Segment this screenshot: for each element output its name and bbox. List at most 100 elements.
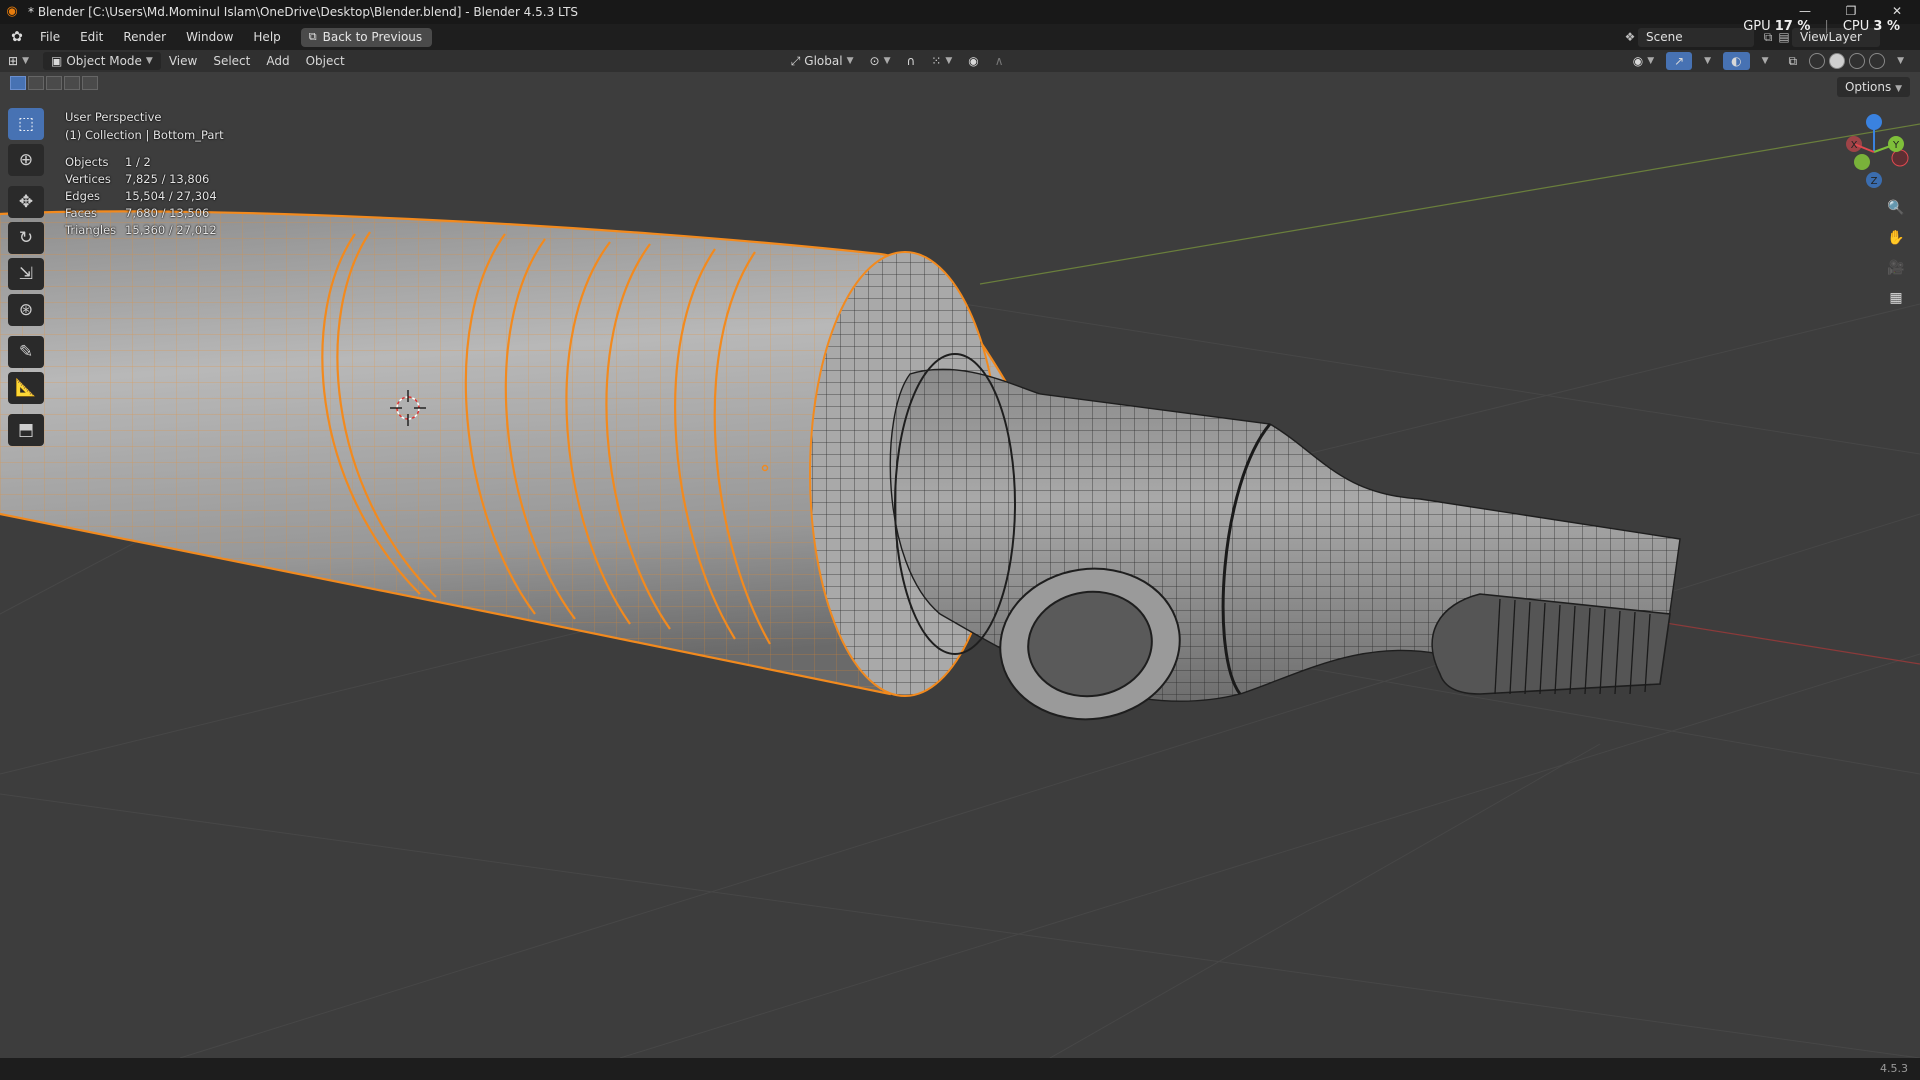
snap-target[interactable]: ⁙ ▼	[923, 52, 960, 70]
chevron-down-icon: ▼	[1895, 84, 1902, 94]
window-title: * Blender [C:\Users\Md.Mominul Islam\One…	[28, 5, 579, 19]
proportional-edit-toggle[interactable]: ◉	[960, 52, 986, 70]
cursor-icon: ⊕	[18, 150, 34, 170]
chevron-down-icon: ▼	[846, 56, 854, 66]
falloff-icon: ∧	[994, 54, 1004, 68]
stat-row-objects: Objects 1 / 2	[65, 155, 151, 169]
grid-ortho-icon[interactable]: ▦	[1884, 286, 1908, 310]
annotate-tool[interactable]: ✎	[8, 336, 44, 368]
menu-window[interactable]: Window	[176, 30, 243, 44]
camera-icon[interactable]: 🎥	[1884, 256, 1908, 280]
orientation-icon: ⤢	[790, 53, 801, 68]
object-mode-icon: ▣	[50, 54, 63, 68]
rendered-shading-button[interactable]	[1869, 53, 1886, 69]
rotate-tool[interactable]: ↻	[8, 222, 44, 254]
gizmo-x-neg	[1854, 154, 1870, 170]
gizmo-y-neg	[1891, 149, 1909, 167]
transform-tool[interactable]: ⊛	[8, 294, 44, 326]
collection-label: (1) Collection | Bottom_Part	[65, 128, 224, 142]
viewport-canvas	[0, 123, 1920, 1058]
move-icon: ✥	[18, 192, 34, 212]
gizmo-z-label: Z	[1871, 176, 1878, 187]
gizmo-toggle[interactable]: ↗	[1666, 52, 1693, 70]
add-cube-icon: ⬒	[17, 420, 35, 440]
pivot-point-button[interactable]: ⊙ ▼	[862, 52, 899, 70]
top-menu-bar: ✿ File Edit Render Window Help ⧉ Back to…	[0, 24, 1920, 50]
annotate-icon: ✎	[18, 342, 34, 362]
editor-type-button[interactable]: ⊞ ▼	[0, 52, 37, 70]
gizmo-z-pos	[1866, 114, 1882, 130]
xray-icon: ⧉	[1788, 53, 1798, 68]
move-tool[interactable]: ✥	[8, 186, 44, 218]
cursor-tool[interactable]: ⊕	[8, 144, 44, 176]
shading-dropdown[interactable]: ▼	[1889, 52, 1912, 70]
material-shading-button[interactable]	[1849, 53, 1866, 69]
scene-selector[interactable]: Scene	[1638, 27, 1754, 47]
editor-type-icon: ⊞	[8, 54, 19, 68]
stat-row-edges: Edges 15,504 / 27,304	[65, 189, 217, 203]
menu-view[interactable]: View	[161, 52, 205, 70]
mode-selector[interactable]: ▣ Object Mode ▼	[42, 52, 161, 70]
snap-grid-icon: ⁙	[931, 54, 942, 68]
stat-row-triangles: Triangles 15,360 / 27,012	[65, 223, 217, 237]
gizmo-icon: ↗	[1674, 54, 1685, 68]
scene-statistics: Objects 1 / 2 Vertices 7,825 / 13,806 Edge…	[65, 154, 224, 239]
overlay-toggle[interactable]: ◐	[1723, 52, 1750, 70]
visibility-button[interactable]: ◉ ▼	[1625, 52, 1662, 70]
menu-file[interactable]: File	[30, 30, 70, 44]
pivot-icon: ⊙	[869, 54, 880, 68]
wireframe-shading-button[interactable]	[1809, 53, 1826, 69]
3d-viewport[interactable]	[0, 94, 1920, 1058]
options-label: Options	[1844, 80, 1892, 94]
rotate-icon: ↻	[18, 228, 34, 248]
overlay-dropdown[interactable]: ▼	[1754, 52, 1777, 70]
back-to-previous-button[interactable]: ⧉ Back to Previous	[300, 27, 433, 47]
eye-icon: ◉	[1632, 54, 1644, 68]
menu-help[interactable]: Help	[243, 30, 290, 44]
version-label: 4.5.3	[1880, 1062, 1908, 1075]
menu-add[interactable]: Add	[258, 52, 297, 70]
title-bar: ◉ * Blender [C:\Users\Md.Mominul Islam\O…	[0, 0, 1920, 24]
transform-orientation[interactable]: ⤢ Global ▼	[783, 52, 862, 70]
viewport-header: ⊞ ▼ ▣ Object Mode ▼ View Select Add Objec…	[0, 50, 1920, 72]
back-label: Back to Previous	[322, 30, 423, 44]
select-invert-icon[interactable]	[64, 76, 80, 90]
falloff-button[interactable]: ∧	[987, 52, 1012, 70]
magnet-icon: ∩	[906, 54, 916, 68]
select-intersect-icon[interactable]	[82, 76, 98, 90]
chevron-down-icon: ▼	[22, 56, 29, 66]
gizmo-y-label: Y	[1892, 140, 1900, 151]
scene-icon[interactable]: ❖	[1622, 29, 1638, 45]
stat-row-faces: Faces 7,680 / 13,506	[65, 206, 210, 220]
viewport-text-info: User Perspective (1) Collection | Bottom…	[65, 108, 224, 239]
perspective-label: User Perspective	[65, 110, 162, 124]
bottom-part-mesh	[889, 353, 1681, 721]
gpu-stat: GPU 17 %	[1743, 19, 1811, 34]
menu-select[interactable]: Select	[205, 52, 258, 70]
measure-tool[interactable]: 📐	[8, 372, 44, 404]
menu-object[interactable]: Object	[298, 52, 353, 70]
select-new-icon[interactable]	[10, 76, 26, 90]
snap-toggle[interactable]: ∩	[898, 52, 923, 70]
zoom-icon[interactable]: 🔍	[1884, 196, 1908, 220]
select-box-icon: ⬚	[17, 114, 35, 134]
measure-icon: 📐	[15, 378, 37, 398]
xray-toggle[interactable]: ⧉	[1781, 52, 1806, 70]
select-extend-icon[interactable]	[28, 76, 44, 90]
status-bar: 4.5.3	[0, 1058, 1920, 1080]
select-subtract-icon[interactable]	[46, 76, 62, 90]
menu-edit[interactable]: Edit	[70, 30, 113, 44]
add-cube-tool[interactable]: ⬒	[8, 414, 44, 446]
hand-pan-icon[interactable]: ✋	[1884, 226, 1908, 250]
select-box-tool[interactable]: ⬚	[8, 108, 44, 140]
gizmo-x-label: X	[1851, 140, 1858, 151]
scale-tool[interactable]: ⇲	[8, 258, 44, 290]
menu-render[interactable]: Render	[113, 30, 176, 44]
proportional-icon: ◉	[968, 54, 979, 68]
divider: |	[1824, 19, 1829, 34]
tool-shelf: ⬚ ⊕ ✥ ↻ ⇲ ⊛ ✎ 📐 ⬒	[8, 108, 48, 450]
blender-menu-icon[interactable]: ✿	[4, 29, 30, 45]
navigation-gizmo[interactable]: X Y Z	[1836, 110, 1912, 190]
gizmo-dropdown[interactable]: ▼	[1696, 52, 1719, 70]
solid-shading-button[interactable]	[1829, 53, 1846, 69]
